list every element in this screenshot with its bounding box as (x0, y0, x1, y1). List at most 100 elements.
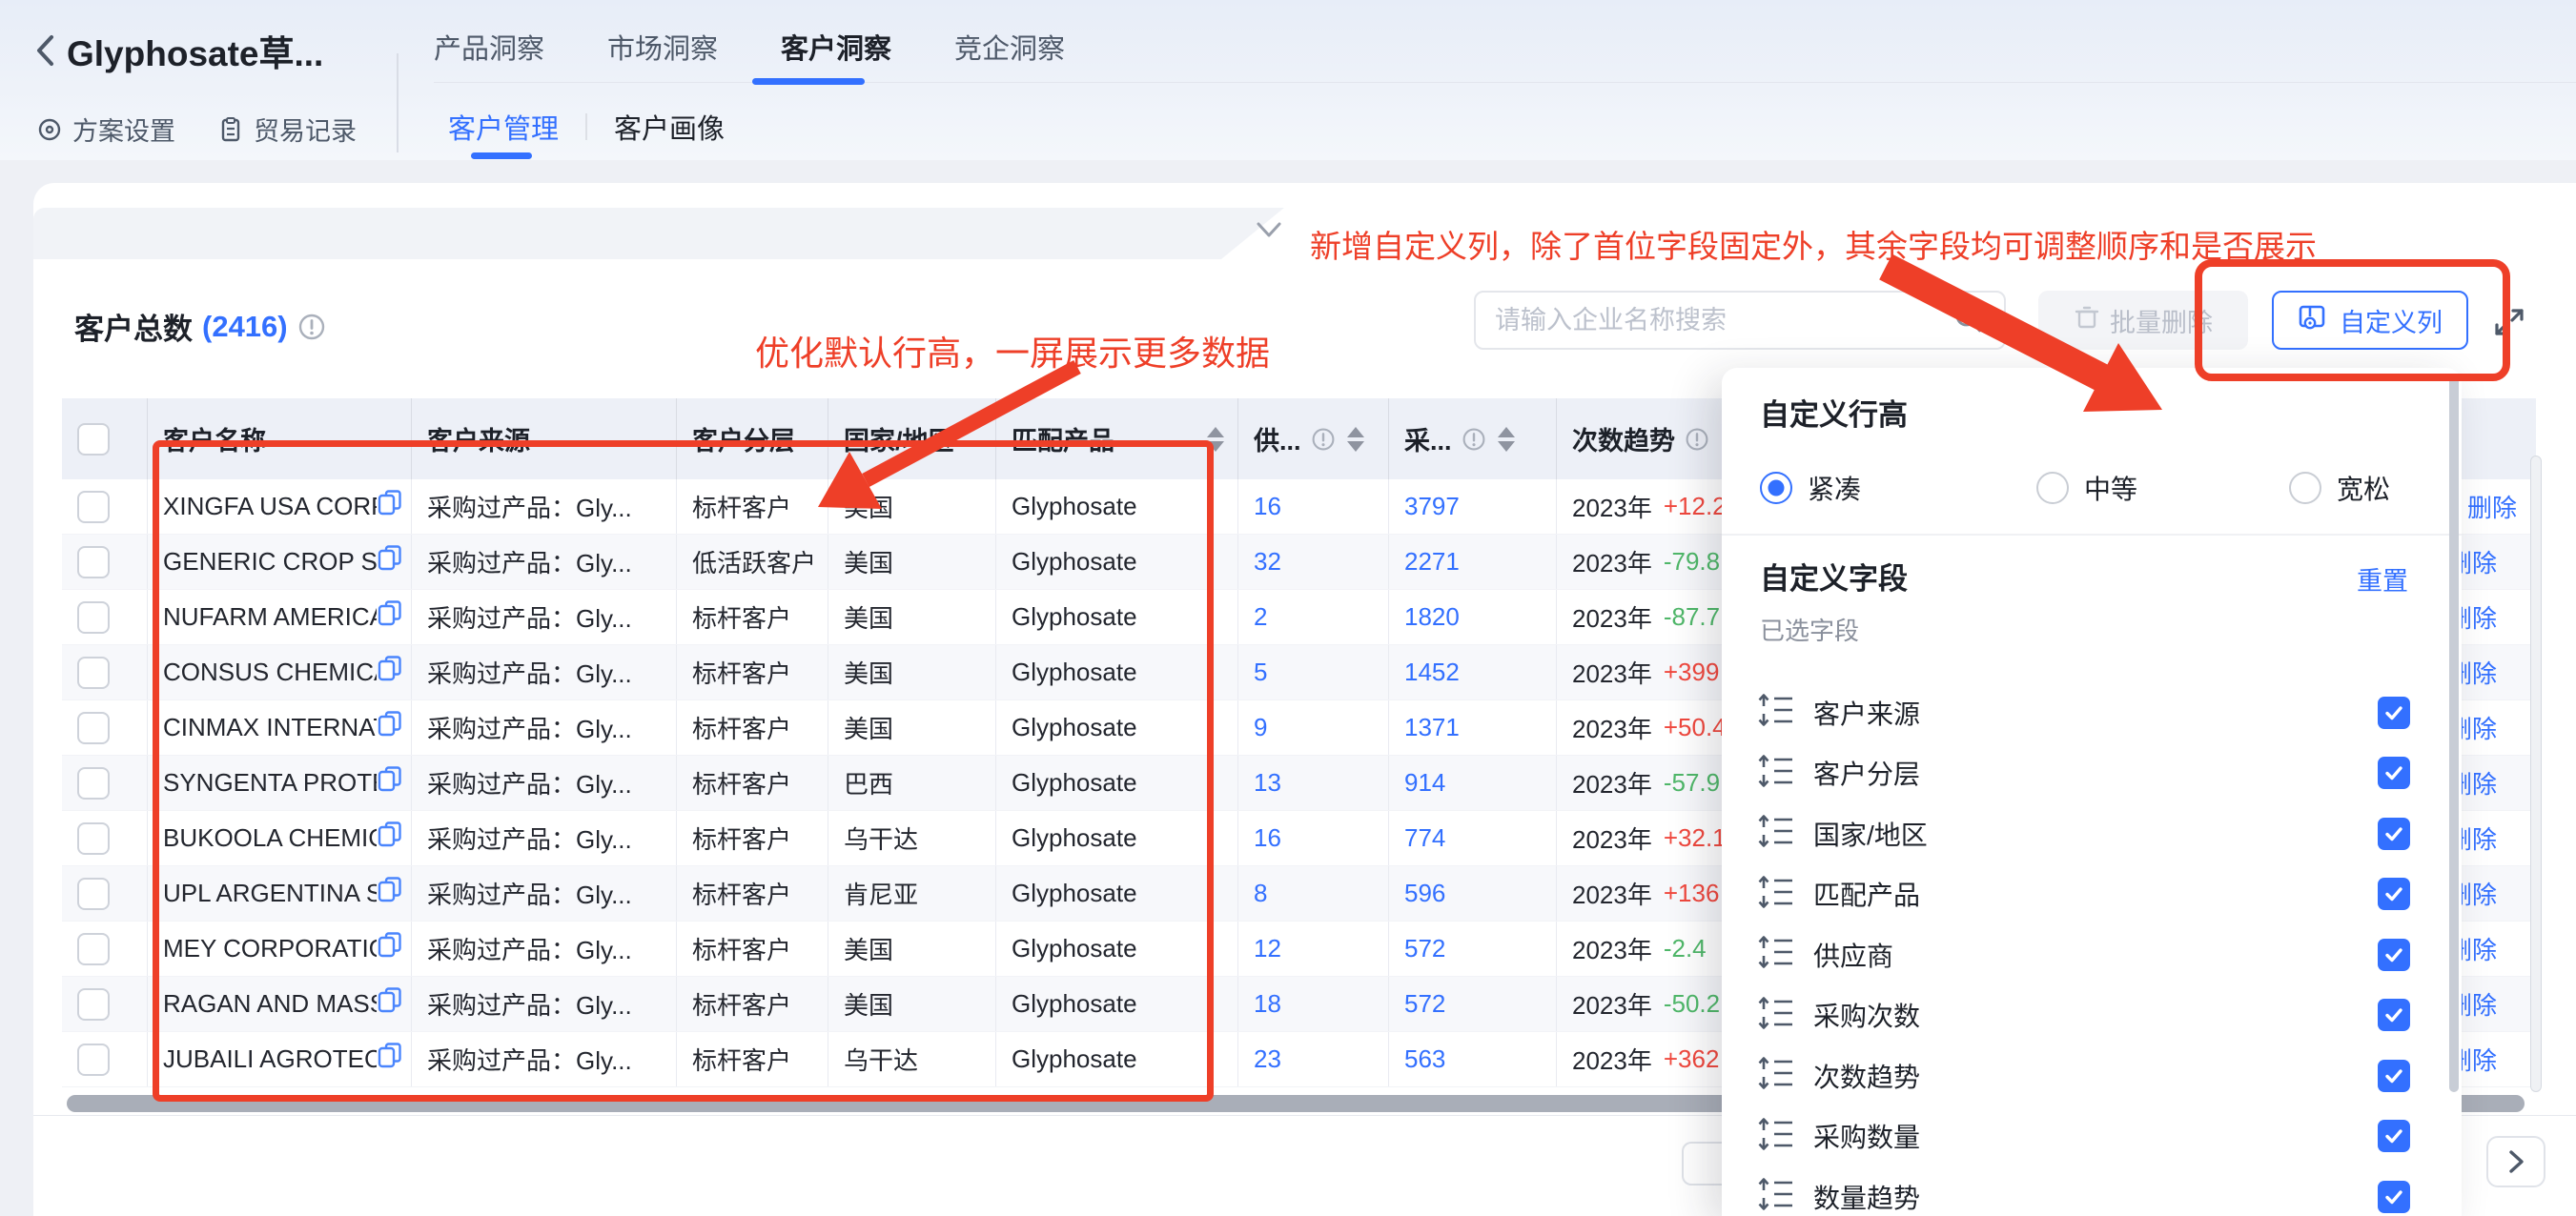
delete-row-link[interactable]: 删除 (2467, 489, 2517, 524)
field-checkbox-checked[interactable] (2378, 939, 2410, 971)
row-checkbox[interactable] (77, 933, 110, 965)
field-item[interactable]: 采购数量 (1722, 1106, 2462, 1167)
purchase-count[interactable]: 914 (1404, 768, 1445, 798)
field-item[interactable]: 数量趋势 (1722, 1166, 2462, 1216)
suppliers-count[interactable]: 13 (1254, 768, 1281, 798)
select-all-checkbox[interactable] (77, 423, 110, 456)
row-checkbox[interactable] (77, 878, 110, 910)
field-checkbox-checked[interactable] (2378, 1120, 2410, 1152)
radio-icon[interactable] (2036, 472, 2069, 504)
drag-handle-icon[interactable] (1756, 933, 1796, 976)
row-checkbox[interactable] (77, 491, 110, 523)
delete-row-link[interactable]: 删除 (2462, 710, 2497, 745)
drag-handle-icon[interactable] (1756, 994, 1796, 1037)
back-chevron-icon[interactable] (34, 33, 55, 68)
col-header-suppliers[interactable]: 供... (1238, 398, 1389, 479)
collapse-chevron-icon[interactable] (1255, 219, 1283, 245)
suppliers-count[interactable]: 18 (1254, 989, 1281, 1019)
info-icon[interactable] (1462, 427, 1486, 452)
reset-link[interactable]: 重置 (2357, 560, 2408, 598)
delete-row-link[interactable]: 删除 (2462, 1042, 2497, 1077)
purchase-count[interactable]: 774 (1404, 823, 1445, 853)
drag-handle-icon[interactable] (1756, 1115, 1796, 1158)
sub-tab[interactable]: 客户管理 (448, 107, 559, 147)
row-checkbox[interactable] (77, 988, 110, 1021)
field-item[interactable]: 供应商 (1722, 924, 2462, 985)
info-icon[interactable] (1311, 427, 1336, 452)
drag-handle-icon[interactable] (1756, 752, 1796, 795)
row-height-option[interactable]: 紧凑 (1760, 469, 2036, 507)
row-checkbox[interactable] (77, 601, 110, 634)
main-tab[interactable]: 市场洞察 (607, 27, 718, 67)
delete-row-link[interactable]: 删除 (2462, 986, 2497, 1022)
field-item[interactable]: 国家/地区 (1722, 803, 2462, 864)
field-checkbox-checked[interactable] (2378, 757, 2410, 789)
delete-row-link[interactable]: 删除 (2462, 876, 2497, 911)
drag-handle-icon[interactable] (1756, 1175, 1796, 1216)
suppliers-count[interactable]: 16 (1254, 492, 1281, 521)
drag-handle-icon[interactable] (1756, 691, 1796, 734)
field-checkbox-checked[interactable] (2378, 878, 2410, 910)
vertical-scrollbar[interactable] (2530, 456, 2542, 1092)
row-height-option[interactable]: 宽松 (2289, 469, 2390, 507)
field-item[interactable]: 客户来源 (1722, 682, 2462, 743)
purchase-count[interactable]: 596 (1404, 879, 1445, 908)
suppliers-count[interactable]: 5 (1254, 658, 1267, 687)
field-checkbox-checked[interactable] (2378, 697, 2410, 729)
field-item[interactable]: 客户分层 (1722, 743, 2462, 804)
purchase-count[interactable]: 1820 (1404, 602, 1460, 632)
suppliers-count[interactable]: 2 (1254, 602, 1267, 632)
row-checkbox[interactable] (77, 767, 110, 800)
search-icon[interactable] (1952, 302, 1985, 339)
purchase-count[interactable]: 563 (1404, 1044, 1445, 1074)
delete-row-link[interactable]: 删除 (2462, 599, 2497, 635)
search-input[interactable] (1495, 306, 1952, 335)
row-checkbox[interactable] (77, 712, 110, 744)
field-checkbox-checked[interactable] (2378, 1181, 2410, 1213)
field-checkbox-checked[interactable] (2378, 818, 2410, 850)
main-tab[interactable]: 客户洞察 (781, 27, 891, 67)
delete-row-link[interactable]: 删除 (2462, 765, 2497, 801)
delete-row-link[interactable]: 删除 (2462, 655, 2497, 690)
next-page-button[interactable] (2486, 1136, 2545, 1187)
suppliers-count[interactable]: 8 (1254, 879, 1267, 908)
field-item[interactable]: 匹配产品 (1722, 864, 2462, 925)
purchase-count[interactable]: 1452 (1404, 658, 1460, 687)
suppliers-count[interactable]: 9 (1254, 713, 1267, 742)
info-icon[interactable] (1685, 427, 1709, 452)
info-icon[interactable] (297, 313, 326, 341)
main-tab[interactable]: 竞企洞察 (954, 27, 1065, 67)
sort-icon[interactable] (1347, 427, 1364, 452)
sub-tab[interactable]: 客户画像 (614, 107, 725, 147)
field-checkbox-checked[interactable] (2378, 999, 2410, 1031)
suppliers-count[interactable]: 12 (1254, 934, 1281, 963)
purchase-count[interactable]: 1371 (1404, 713, 1460, 742)
main-tab[interactable]: 产品洞察 (434, 27, 544, 67)
field-item[interactable]: 采购次数 (1722, 985, 2462, 1046)
delete-row-link[interactable]: 删除 (2462, 544, 2497, 579)
delete-row-link[interactable]: 删除 (2462, 821, 2497, 856)
drag-handle-icon[interactable] (1756, 812, 1796, 855)
purchase-count[interactable]: 3797 (1404, 492, 1460, 521)
col-header-purchases[interactable]: 采... (1389, 398, 1557, 479)
radio-icon[interactable] (1760, 472, 1792, 504)
purchase-count[interactable]: 2271 (1404, 547, 1460, 577)
delete-row-link[interactable]: 删除 (2462, 931, 2497, 966)
row-checkbox[interactable] (77, 1044, 110, 1076)
purchase-count[interactable]: 572 (1404, 934, 1445, 963)
pagination-fragment[interactable] (1682, 1142, 1722, 1186)
radio-icon[interactable] (2289, 472, 2321, 504)
field-checkbox-checked[interactable] (2378, 1060, 2410, 1092)
panel-scrollbar[interactable] (2449, 375, 2459, 1092)
purchase-count[interactable]: 572 (1404, 989, 1445, 1019)
drag-handle-icon[interactable] (1756, 1054, 1796, 1097)
row-checkbox[interactable] (77, 657, 110, 689)
breadcrumb[interactable]: Glyphosate草... (34, 25, 323, 76)
suppliers-count[interactable]: 23 (1254, 1044, 1281, 1074)
row-checkbox[interactable] (77, 546, 110, 578)
quick-action[interactable]: 贸易记录 (217, 111, 357, 148)
field-item[interactable]: 次数趋势 (1722, 1045, 2462, 1106)
suppliers-count[interactable]: 32 (1254, 547, 1281, 577)
drag-handle-icon[interactable] (1756, 873, 1796, 916)
sort-icon[interactable] (1498, 427, 1515, 452)
